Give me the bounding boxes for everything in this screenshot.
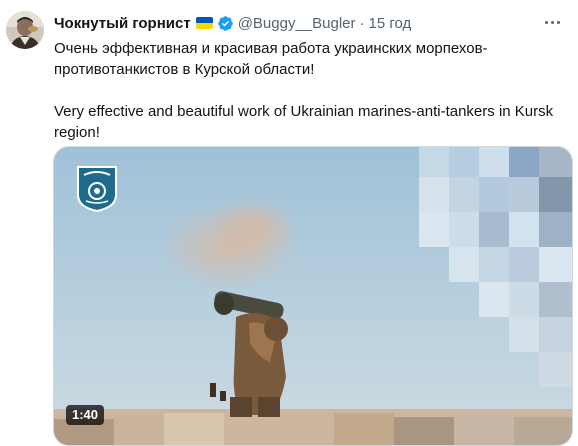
video-thumbnail: [54, 147, 572, 445]
video-player[interactable]: 1:40: [53, 146, 573, 446]
video-duration: 1:40: [66, 405, 105, 425]
separator-dot: ·: [359, 14, 365, 32]
tweet-header: Чокнутый горнист @Buggy__Bugler · 15 год: [54, 13, 411, 33]
tweet-card[interactable]: Чокнутый горнист @Buggy__Bugler · 15 год…: [0, 0, 578, 446]
user-handle[interactable]: @Buggy__Bugler: [238, 15, 356, 32]
tweet-text-ru: Очень эффективная и красивая работа укра…: [54, 40, 488, 78]
tweet-text: Очень эффективная и красивая работа укра…: [54, 38, 564, 143]
display-name[interactable]: Чокнутый горнист: [54, 15, 191, 32]
verified-badge-icon: [217, 15, 233, 31]
more-options-button[interactable]: [538, 12, 566, 32]
more-horizontal-icon: [544, 20, 548, 24]
marines-emblem-logo: [77, 166, 117, 213]
tweet-text-en: Very effective and beautiful work of Ukr…: [54, 103, 554, 141]
avatar[interactable]: [6, 11, 44, 49]
avatar-image: [6, 11, 44, 49]
tweet-timestamp[interactable]: 15 год: [369, 15, 412, 32]
ukraine-flag-icon: [195, 17, 213, 29]
